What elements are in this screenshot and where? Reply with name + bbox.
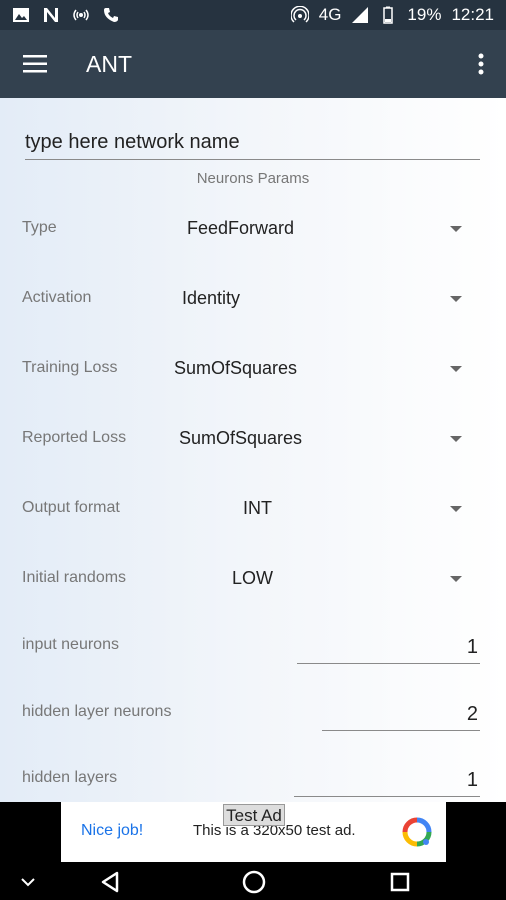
test-ad-badge: Test Ad [223, 804, 285, 826]
network-type: 4G [318, 5, 342, 24]
initial-randoms-value[interactable]: LOW [232, 568, 273, 589]
training-loss-dropdown[interactable]: Training Loss SumOfSquares [0, 349, 506, 389]
phone-icon [104, 8, 118, 22]
reported-loss-value[interactable]: SumOfSquares [179, 428, 302, 449]
hamburger-menu-icon[interactable] [0, 30, 70, 98]
initial-randoms-label: Initial randoms [22, 569, 127, 586]
input-neurons-value[interactable]: 1 [467, 636, 478, 659]
input-neurons-field[interactable]: 1 [297, 630, 480, 664]
battery-percent: 19% [407, 5, 442, 24]
hotspot-icon [290, 6, 309, 23]
hidden-layers-label: hidden layers [22, 769, 118, 786]
output-format-label: Output format [22, 499, 120, 516]
hidden-layers-value[interactable]: 1 [467, 769, 478, 792]
hidden-layer-neurons-label: hidden layer neurons [22, 703, 172, 720]
hidden-layer-neurons-field[interactable]: 2 [322, 697, 480, 731]
dropdown-arrow-icon[interactable] [450, 576, 462, 582]
more-vert-icon[interactable] [456, 30, 506, 98]
dropdown-arrow-icon[interactable] [450, 366, 462, 372]
dropdown-arrow-icon[interactable] [450, 296, 462, 302]
output-format-dropdown[interactable]: Output format INT [0, 489, 506, 529]
clock: 12:21 [451, 5, 494, 24]
input-neurons-label: input neurons [22, 636, 119, 653]
dropdown-arrow-icon[interactable] [450, 226, 462, 232]
app-bar: ANT [0, 30, 506, 98]
training-loss-value[interactable]: SumOfSquares [174, 358, 297, 379]
nav-bar [0, 864, 506, 900]
battery-icon [383, 6, 394, 24]
status-bar: 4G 19% 12:21 [0, 0, 506, 30]
form-content: Neurons Params Type FeedForward Activati… [0, 98, 506, 802]
training-loss-label: Training Loss [22, 359, 118, 376]
activation-value[interactable]: Identity [182, 288, 240, 309]
signal-icon [352, 7, 369, 23]
type-label: Type [22, 219, 57, 236]
dropdown-arrow-icon[interactable] [450, 506, 462, 512]
section-title: Neurons Params [196, 170, 310, 187]
ad-cta[interactable]: Nice job! [81, 822, 143, 840]
n-icon [44, 8, 58, 22]
image-icon [13, 8, 29, 22]
input-neurons-row: input neurons 1 [0, 626, 506, 676]
hidden-layers-field[interactable]: 1 [294, 763, 480, 797]
ad-logo-icon [402, 817, 432, 847]
dropdown-arrow-icon[interactable] [450, 436, 462, 442]
type-dropdown[interactable]: Type FeedForward [0, 209, 506, 249]
reported-loss-label: Reported Loss [22, 429, 127, 446]
hidden-layer-neurons-row: hidden layer neurons 2 [0, 693, 506, 743]
keyboard-hide-icon[interactable] [14, 868, 42, 896]
network-name-input[interactable] [25, 126, 480, 160]
initial-randoms-dropdown[interactable]: Initial randoms LOW [0, 559, 506, 599]
reported-loss-dropdown[interactable]: Reported Loss SumOfSquares [0, 419, 506, 459]
home-icon[interactable] [240, 868, 268, 896]
type-value[interactable]: FeedForward [187, 218, 294, 239]
app-title: ANT [86, 50, 132, 77]
output-format-value[interactable]: INT [243, 498, 272, 519]
hidden-layer-neurons-value[interactable]: 2 [467, 703, 478, 726]
back-icon[interactable] [96, 868, 124, 896]
activation-dropdown[interactable]: Activation Identity [0, 279, 506, 319]
hidden-layers-row: hidden layers 1 [0, 759, 506, 802]
recents-icon[interactable] [386, 868, 414, 896]
broadcast-icon [73, 9, 89, 21]
activation-label: Activation [22, 289, 92, 306]
